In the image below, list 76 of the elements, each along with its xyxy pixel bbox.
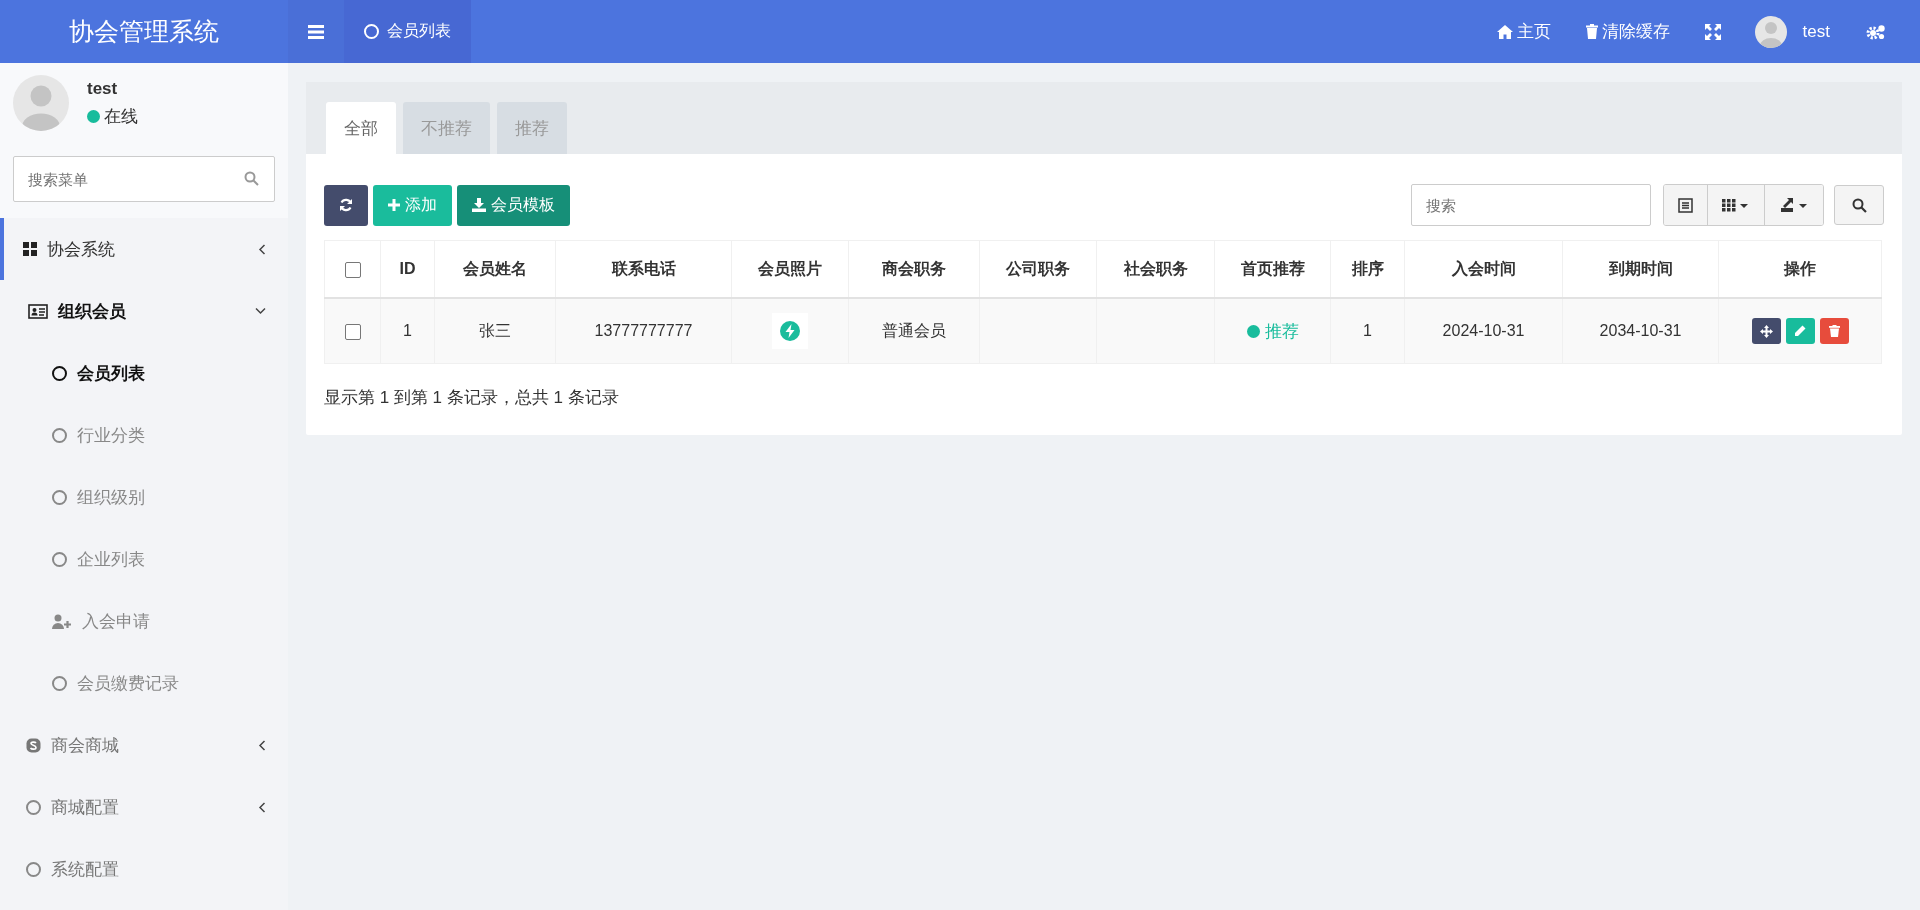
status-text: 在线 bbox=[104, 105, 138, 128]
export-button[interactable] bbox=[1764, 185, 1823, 225]
pencil-icon bbox=[1794, 325, 1806, 337]
settings-icon bbox=[1866, 23, 1886, 40]
refresh-button[interactable] bbox=[324, 184, 368, 226]
settings-button[interactable] bbox=[1866, 23, 1886, 40]
pagination-summary: 显示第 1 到第 1 条记录，总共 1 条记录 bbox=[324, 387, 620, 409]
submenu-item[interactable]: 行业分类 bbox=[0, 404, 288, 466]
move-icon bbox=[1759, 324, 1773, 338]
menu-toggle-button[interactable] bbox=[288, 0, 344, 63]
status-text: 推荐 bbox=[1264, 320, 1299, 343]
table-cell: 张三 bbox=[434, 298, 556, 364]
export-dropdown-icon bbox=[1779, 197, 1809, 213]
search-button[interactable] bbox=[1834, 185, 1884, 225]
refresh-icon bbox=[339, 198, 353, 212]
search-field[interactable]: 搜索 bbox=[1411, 184, 1651, 226]
menu-icon bbox=[308, 24, 324, 39]
table-cell: 1 bbox=[380, 298, 435, 364]
row-checkbox[interactable] bbox=[344, 323, 361, 340]
toggle-view-button[interactable] bbox=[1664, 185, 1707, 225]
menu-item[interactable]: 商会商城 bbox=[0, 714, 288, 776]
delete-button[interactable] bbox=[1819, 318, 1849, 344]
grid-icon bbox=[23, 242, 37, 256]
submenu-item[interactable]: 会员缴费记录 bbox=[0, 652, 288, 714]
search-icon bbox=[1851, 197, 1867, 213]
circle-icon bbox=[26, 799, 41, 815]
download-icon bbox=[472, 198, 486, 212]
page-tab[interactable]: 会员列表 bbox=[344, 0, 471, 63]
user-plus-icon bbox=[52, 613, 72, 629]
chevron-down-icon bbox=[255, 307, 266, 315]
search-icon bbox=[244, 171, 259, 186]
list-icon bbox=[1678, 197, 1693, 213]
menu-item[interactable]: 系统配置 bbox=[0, 838, 288, 900]
trash-icon bbox=[1828, 325, 1840, 337]
circle-icon bbox=[52, 675, 67, 691]
photo-thumbnail[interactable] bbox=[772, 313, 808, 349]
chevron-left-icon bbox=[258, 739, 266, 751]
menu-item[interactable]: 商城配置 bbox=[0, 776, 288, 838]
header-link[interactable]: 主页 bbox=[1496, 20, 1551, 43]
app-logo: 协会管理系统 bbox=[68, 16, 220, 47]
menu-search-field[interactable]: 搜索菜单 bbox=[13, 156, 275, 202]
id-card-icon bbox=[28, 303, 48, 319]
fullscreen-button[interactable] bbox=[1704, 23, 1721, 40]
circle-icon bbox=[52, 489, 67, 505]
user-name[interactable]: test bbox=[1802, 21, 1830, 42]
chevron-left-icon bbox=[258, 801, 266, 813]
select-all-checkbox[interactable] bbox=[344, 261, 361, 278]
avatar bbox=[13, 75, 69, 131]
fullscreen-icon bbox=[1704, 23, 1721, 40]
circle-icon bbox=[26, 861, 41, 877]
table-cell: 2024-10-31 bbox=[1404, 298, 1563, 364]
filter-tab[interactable]: 全部 bbox=[326, 102, 396, 154]
trash-icon bbox=[1585, 24, 1598, 39]
submenu-item[interactable]: 入会申请 bbox=[0, 590, 288, 652]
circle-icon bbox=[52, 551, 67, 567]
submenu-item[interactable]: 会员列表 bbox=[0, 342, 288, 404]
submenu-item[interactable]: 组织级别 bbox=[0, 466, 288, 528]
circle-icon bbox=[52, 427, 67, 443]
submenu-item[interactable]: 企业列表 bbox=[0, 528, 288, 590]
table-cell: 2034-10-31 bbox=[1562, 298, 1719, 364]
user-name: test bbox=[87, 78, 119, 99]
plus-icon bbox=[388, 199, 400, 211]
grid-dropdown-icon bbox=[1722, 198, 1750, 212]
menu-item[interactable]: 组织会员 bbox=[0, 280, 288, 342]
add-button[interactable]: 添加 bbox=[373, 184, 452, 226]
download-button[interactable]: 会员模板 bbox=[457, 184, 570, 226]
table-cell: 13777777777 bbox=[555, 298, 732, 364]
home-icon bbox=[1496, 24, 1513, 39]
avatar[interactable] bbox=[1754, 15, 1787, 48]
drag-button[interactable] bbox=[1751, 318, 1781, 344]
columns-button[interactable] bbox=[1707, 185, 1764, 225]
chevron-left-icon bbox=[258, 243, 266, 255]
circle-icon bbox=[52, 365, 67, 381]
table-cell: 普通会员 bbox=[848, 298, 980, 364]
table-cell: 1 bbox=[1330, 298, 1405, 364]
header-link[interactable]: 清除缓存 bbox=[1585, 20, 1670, 43]
